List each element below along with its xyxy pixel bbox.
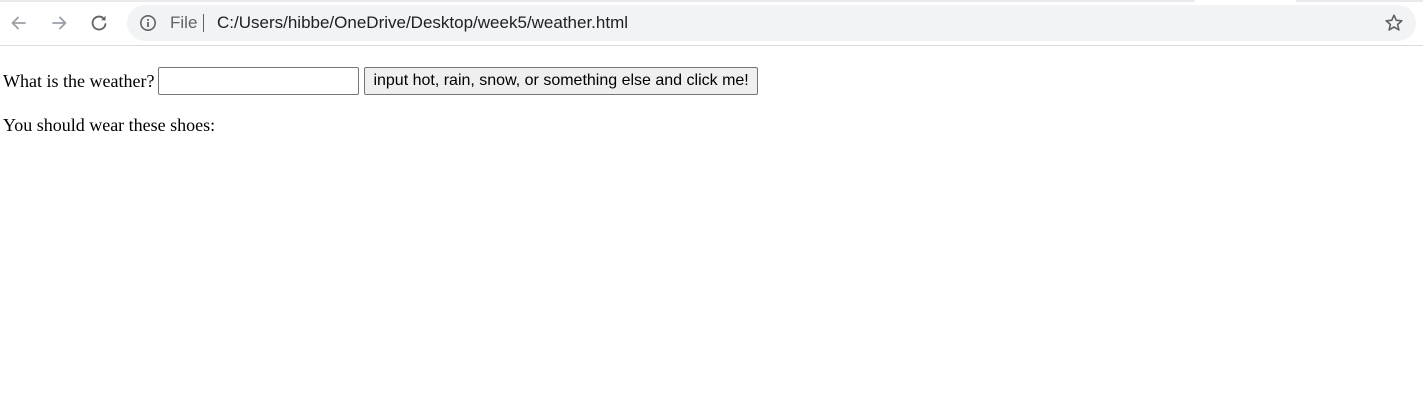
weather-question-label: What is the weather? (3, 70, 155, 91)
weather-form: What is the weather? input hot, rain, sn… (3, 67, 758, 95)
browser-toolbar: File C:/Users/hibbe/OneDrive/Desktop/wee… (0, 0, 1423, 46)
arrow-right-icon (52, 16, 67, 30)
tab-strip-edge (0, 0, 1423, 2)
tab-strip-edge-right (1296, 0, 1423, 2)
back-button[interactable] (4, 8, 34, 38)
info-circle-icon[interactable] (139, 14, 157, 32)
forward-button[interactable] (44, 8, 74, 38)
url-text[interactable]: C:/Users/hibbe/OneDrive/Desktop/week5/we… (217, 13, 628, 33)
result-text: You should wear these shoes: (3, 115, 216, 135)
tab-strip-edge-left (0, 0, 1195, 2)
page-content: What is the weather? input hot, rain, sn… (0, 47, 1423, 400)
arrow-left-icon (11, 16, 26, 30)
star-outline-icon[interactable] (1384, 13, 1404, 33)
submit-button[interactable]: input hot, rain, snow, or something else… (364, 67, 758, 95)
scheme-separator (203, 14, 204, 32)
address-bar[interactable]: File C:/Users/hibbe/OneDrive/Desktop/wee… (127, 5, 1416, 41)
scheme-label: File (170, 13, 198, 32)
reload-button[interactable] (84, 8, 114, 38)
reload-icon (91, 15, 107, 31)
weather-input[interactable] (158, 67, 360, 95)
